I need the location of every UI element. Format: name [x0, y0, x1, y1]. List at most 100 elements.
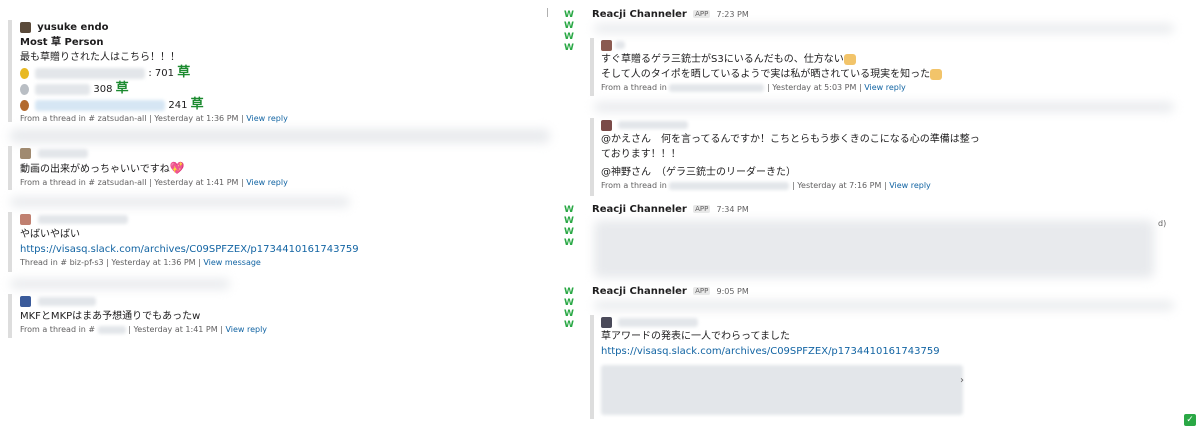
chevron-right-icon[interactable]: ›	[960, 375, 964, 386]
message-meta: From a thread in | Yesterday at 7:16 PM …	[601, 181, 931, 190]
meta-prefix: From a thread in	[20, 178, 86, 187]
redacted-band	[594, 102, 1174, 112]
timestamp[interactable]: Yesterday at 1:36 PM	[111, 258, 195, 267]
kusa-emoji: 草	[177, 65, 191, 80]
check-icon[interactable]: ✓	[1184, 414, 1196, 426]
rank-row-1: : 701 草	[20, 65, 558, 81]
meta-prefix: From a thread in	[601, 83, 667, 92]
truncated-text: d)	[1158, 219, 1167, 228]
message-body: やばいやばい	[20, 229, 80, 240]
bot-header: Reacji Channeler APP 9:05 PM	[592, 286, 749, 297]
bot-avatar-icon[interactable]: W WW W	[564, 287, 588, 331]
redacted-preview	[601, 365, 963, 415]
redacted-attachment	[594, 220, 1154, 278]
bot-header: Reacji Channeler APP 7:23 PM	[592, 9, 749, 20]
meta-prefix: Thread in	[20, 258, 58, 267]
quote-line-3: @神野さん （ゲラ三銃士のリーダーきた）	[601, 167, 796, 178]
redacted-author	[38, 148, 89, 158]
avatar[interactable]	[601, 316, 612, 328]
medal-bronze-icon	[20, 99, 29, 111]
redacted-author	[38, 214, 129, 224]
redacted-band	[10, 279, 230, 289]
timestamp[interactable]: Yesterday at 1:41 PM	[133, 325, 217, 334]
message-meta: Thread in # biz-pf-s3 | Yesterday at 1:3…	[20, 258, 261, 267]
medal-silver-icon	[20, 83, 29, 95]
view-reply-link[interactable]: View reply	[864, 83, 906, 92]
kusa-emoji: 草	[115, 81, 129, 96]
app-badge: APP	[693, 10, 711, 18]
quoted-message: 草アワードの発表に一人でわらってました https://visasq.slack…	[590, 315, 970, 419]
quote-line-1: すぐ草贈るゲラ三銃士がS3にいるんだもの、仕方ない	[601, 52, 980, 67]
message-card-most-kusa: yusuke endo Most 草 Person 最も草贈りされた人はこちら！…	[8, 20, 558, 123]
author-name[interactable]: yusuke endo	[37, 22, 108, 33]
bot-name[interactable]: Reacji Channeler	[592, 286, 687, 297]
quote-line-2: そして人のタイポを晒しているようで実は私が晒されている現実を知った	[601, 67, 980, 82]
message-meta: From a thread in # | Yesterday at 1:41 P…	[20, 325, 268, 334]
bot-name[interactable]: Reacji Channeler	[592, 204, 687, 215]
avatar[interactable]	[601, 39, 612, 51]
medal-gold-icon	[20, 67, 29, 79]
rank-row-2: 308 草	[20, 81, 558, 97]
message-text: 動画の出来がめっちゃいいですね💖	[20, 161, 558, 177]
post-time[interactable]: 9:05 PM	[716, 287, 748, 296]
channel-link[interactable]: # biz-pf-s3	[60, 258, 103, 267]
timestamp[interactable]: Yesterday at 7:16 PM	[797, 181, 881, 190]
quote-line-1: @かえさん 何を言ってるんですか！こちとらもう歩くきのこになる心の準備は整っ	[601, 134, 980, 145]
message-link[interactable]: https://visasq.slack.com/archives/C09SPF…	[601, 344, 970, 359]
channel-link[interactable]: #	[88, 325, 95, 334]
timestamp[interactable]: Yesterday at 1:41 PM	[154, 178, 238, 187]
redacted-band	[10, 129, 550, 143]
reacji-channel-feed: W WW W Reacji Channeler APP 7:23 PM すぐ草贈…	[560, 0, 1200, 428]
redacted-user	[35, 99, 166, 111]
bot-avatar-icon[interactable]: W WW W	[564, 205, 588, 249]
meta-prefix: From a thread in	[20, 325, 86, 334]
avatar[interactable]	[20, 147, 31, 159]
app-badge: APP	[693, 205, 711, 213]
post-time[interactable]: 7:34 PM	[716, 205, 748, 214]
avatar[interactable]	[20, 295, 31, 307]
channel-link[interactable]: # zatsudan-all	[88, 114, 146, 123]
bot-header: Reacji Channeler APP 7:34 PM	[592, 204, 749, 215]
cat-emoji-icon	[930, 68, 943, 80]
quote-text: そして人のタイポを晒しているようで実は私が晒されている現実を知った	[601, 69, 931, 80]
rank-row-3: 241 草	[20, 97, 558, 113]
view-message-link[interactable]: View message	[203, 258, 260, 267]
view-reply-link[interactable]: View reply	[246, 178, 288, 187]
message-card: やばいやばい https://visasq.slack.com/archives…	[8, 212, 558, 272]
avatar[interactable]	[20, 22, 31, 33]
quoted-message: すぐ草贈るゲラ三銃士がS3にいるんだもの、仕方ない そして人のタイポを晒している…	[590, 38, 980, 96]
message-card: MKFとMKPはまあ予想通りでもあったw From a thread in # …	[8, 294, 558, 338]
redacted-channel	[669, 181, 790, 190]
message-body: 動画の出来がめっちゃいいですね	[20, 164, 170, 175]
redacted-channel	[97, 325, 126, 334]
avatar[interactable]	[20, 213, 31, 225]
redacted-band	[10, 197, 350, 207]
redacted-user	[35, 83, 91, 95]
view-reply-link[interactable]: View reply	[889, 181, 931, 190]
message-card: 動画の出来がめっちゃいいですね💖 From a thread in # zats…	[8, 146, 558, 190]
quoted-message: @かえさん 何を言ってるんですか！こちとらもう歩くきのこになる心の準備は整っ て…	[590, 118, 990, 196]
redacted-user	[35, 67, 146, 79]
redacted-author	[615, 41, 626, 49]
left-feed: | yusuke endo Most 草 Person 最も草贈りされた人はこち…	[0, 0, 560, 428]
avatar[interactable]	[601, 119, 612, 131]
view-reply-link[interactable]: View reply	[225, 325, 267, 334]
redacted-band	[594, 301, 1174, 310]
redacted-author	[618, 317, 699, 327]
message-link[interactable]: https://visasq.slack.com/archives/C09SPF…	[20, 242, 558, 257]
view-reply-link[interactable]: View reply	[246, 114, 288, 123]
timestamp[interactable]: Yesterday at 5:03 PM	[772, 83, 856, 92]
quote-text: すぐ草贈るゲラ三銃士がS3にいるんだもの、仕方ない	[601, 54, 844, 65]
meta-prefix: From a thread in	[20, 114, 86, 123]
post-time[interactable]: 7:23 PM	[716, 10, 748, 19]
channel-link[interactable]: # zatsudan-all	[88, 178, 146, 187]
bot-name[interactable]: Reacji Channeler	[592, 9, 687, 20]
redacted-author	[38, 296, 97, 306]
bot-avatar-icon[interactable]: W WW W	[564, 10, 588, 54]
rank1-value: : 701	[148, 68, 175, 79]
message-meta: From a thread in | Yesterday at 5:03 PM …	[601, 83, 906, 92]
message-title: Most 草 Person	[20, 37, 104, 48]
timestamp[interactable]: Yesterday at 1:36 PM	[154, 114, 238, 123]
rank2-value: 308	[93, 84, 113, 95]
quote-line-2: ております！！！	[601, 149, 681, 160]
